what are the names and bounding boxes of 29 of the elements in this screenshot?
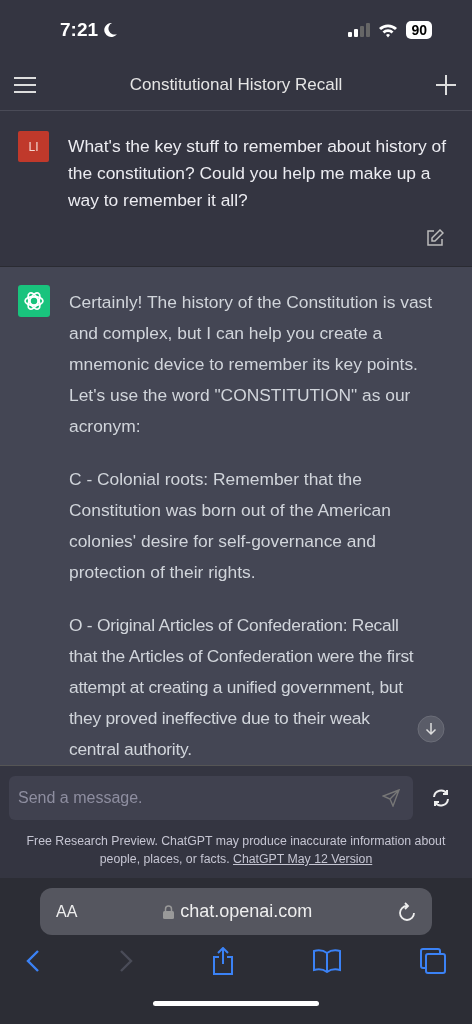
user-avatar: LI <box>18 131 49 162</box>
menu-icon[interactable] <box>14 77 36 93</box>
moon-icon <box>102 22 119 38</box>
lock-icon <box>163 904 175 919</box>
clock-time: 7:21 <box>60 19 99 41</box>
text-size-button[interactable]: AA <box>56 902 78 921</box>
book-icon[interactable] <box>313 949 341 973</box>
address-bar[interactable]: AA chat.openai.com <box>40 888 432 935</box>
back-icon[interactable] <box>26 950 40 972</box>
assistant-paragraph: O - Original Articles of Confederation: Recall that the Articles of Confederation were the first attempt at creating a unified government, but they proved ineffective due to their weak central authority. <box>69 614 414 761</box>
reload-icon[interactable] <box>398 901 416 922</box>
disclaimer-text: Free Research Preview. ChatGPT may produce inaccurate information about people, places, or facts. ChatGPT May 12 Version <box>25 833 447 868</box>
wifi-icon <box>378 22 399 38</box>
user-message: What's the key stuff to remember about history of the constitution? Could you help me make up a way to remember it all? <box>68 135 448 212</box>
scroll-down-button[interactable] <box>417 715 445 743</box>
assistant-logo-icon <box>18 285 50 317</box>
assistant-paragraph: Certainly! The history of the Constitution is vast and complex, but I can help you create a mnemonic device to remember its key points. Let's use the word "CONSTITUTION" as our acronym: <box>69 291 434 438</box>
share-icon[interactable] <box>212 947 234 975</box>
signal-icon <box>348 23 371 37</box>
regenerate-icon[interactable] <box>431 788 451 808</box>
plus-icon[interactable] <box>436 75 456 95</box>
edit-icon[interactable] <box>426 229 444 247</box>
message-input[interactable]: Send a message. <box>9 776 413 820</box>
tabs-icon[interactable] <box>420 948 446 974</box>
url-text: chat.openai.com <box>180 901 313 922</box>
chat-title: Constitutional History Recall <box>129 75 343 95</box>
assistant-paragraph: C - Colonial roots: Remember that the Constitution was born out of the American colonies' desire for self-governance and protection of their rights. <box>69 468 392 584</box>
version-link[interactable]: ChatGPT May 12 Version <box>233 852 373 866</box>
battery-indicator: 90 <box>406 21 432 39</box>
